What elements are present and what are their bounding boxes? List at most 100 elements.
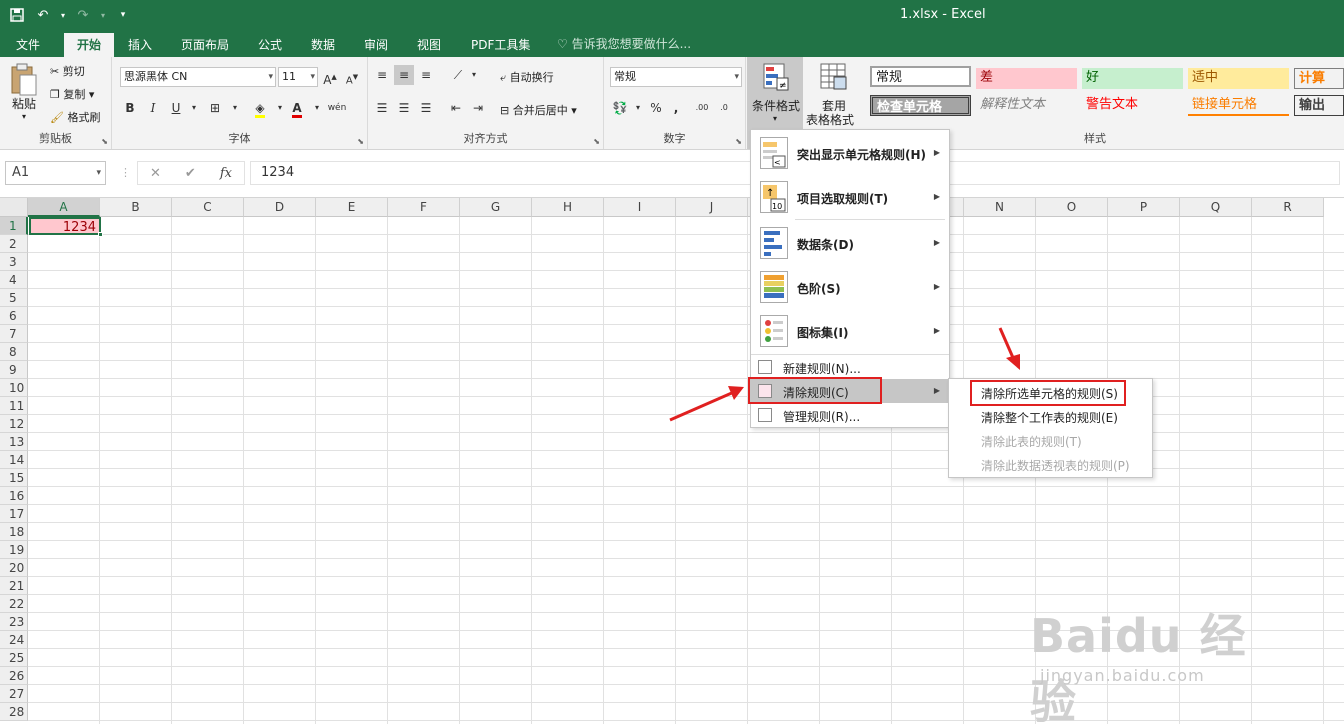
- align-bottom-icon[interactable]: ≡: [416, 65, 436, 85]
- row-header[interactable]: 5: [0, 289, 28, 307]
- decrease-font-icon[interactable]: A▼: [342, 67, 362, 87]
- column-header[interactable]: E: [316, 198, 388, 217]
- style-linked-cell[interactable]: 链接单元格: [1188, 95, 1289, 116]
- border-icon[interactable]: ⊞: [205, 98, 225, 118]
- align-left-icon[interactable]: ☰: [372, 98, 392, 118]
- font-size-select[interactable]: 11 ▾: [278, 67, 318, 87]
- column-header[interactable]: P: [1108, 198, 1180, 217]
- underline-dropdown-icon[interactable]: ▾: [184, 98, 204, 118]
- percent-icon[interactable]: %: [646, 98, 666, 118]
- orientation-dropdown-icon[interactable]: ▾: [464, 65, 484, 85]
- decrease-decimal-icon[interactable]: .0: [714, 98, 734, 118]
- row-header[interactable]: 7: [0, 325, 28, 343]
- number-format-select[interactable]: 常规 ▾: [610, 67, 742, 87]
- insert-function-icon[interactable]: fx: [220, 166, 232, 181]
- menu-item-data-bars[interactable]: 数据条(D) ▶: [751, 222, 949, 264]
- column-header[interactable]: O: [1036, 198, 1108, 217]
- row-header[interactable]: 12: [0, 415, 28, 433]
- row-header[interactable]: 8: [0, 343, 28, 361]
- style-explanatory[interactable]: 解释性文本: [976, 95, 1077, 116]
- row-header[interactable]: 21: [0, 577, 28, 595]
- tab-insert[interactable]: 插入: [122, 33, 158, 57]
- customize-qat-icon[interactable]: ▾: [112, 4, 134, 26]
- number-launcher-icon[interactable]: ⬊: [735, 137, 742, 146]
- font-name-select[interactable]: 思源黑体 CN ▾: [120, 67, 276, 87]
- format-painter-button[interactable]: 🖌 格式刷: [50, 109, 100, 125]
- style-normal[interactable]: 常规: [870, 66, 971, 87]
- style-check-cell[interactable]: 检查单元格: [870, 95, 971, 116]
- increase-indent-icon[interactable]: ⇥: [468, 98, 488, 118]
- row-header[interactable]: 28: [0, 703, 28, 721]
- row-header[interactable]: 17: [0, 505, 28, 523]
- name-box[interactable]: A1 ▾: [5, 161, 106, 185]
- row-header[interactable]: 26: [0, 667, 28, 685]
- align-top-icon[interactable]: ≡: [372, 65, 392, 85]
- align-center-icon[interactable]: ☰: [394, 98, 414, 118]
- align-right-icon[interactable]: ☰: [416, 98, 436, 118]
- clipboard-launcher-icon[interactable]: ⬊: [101, 137, 108, 146]
- column-header[interactable]: F: [388, 198, 460, 217]
- fill-color-icon[interactable]: ◈: [250, 98, 270, 118]
- tab-file[interactable]: 文件: [10, 33, 46, 57]
- menu-item-top-bottom-rules[interactable]: ↑ 10 项目选取规则(T) ▶: [751, 176, 949, 218]
- decrease-indent-icon[interactable]: ⇤: [446, 98, 466, 118]
- menu-item-icon-sets[interactable]: 图标集(I) ▶: [751, 310, 949, 352]
- row-header[interactable]: 4: [0, 271, 28, 289]
- currency-icon[interactable]: 💱: [610, 98, 630, 118]
- row-header[interactable]: 11: [0, 397, 28, 415]
- column-header[interactable]: N: [964, 198, 1036, 217]
- font-color-icon[interactable]: A: [287, 98, 307, 118]
- menu-item-color-scales[interactable]: 色阶(S) ▶: [751, 266, 949, 308]
- merge-center-button[interactable]: ⊟ 合并后居中 ▾: [500, 102, 577, 118]
- copy-button[interactable]: ❐ 复制 ▾: [50, 86, 94, 102]
- row-header[interactable]: 14: [0, 451, 28, 469]
- alignment-launcher-icon[interactable]: ⬊: [593, 137, 600, 146]
- tell-me-box[interactable]: ♡ 告诉我您想要做什么...: [557, 35, 691, 52]
- undo-icon[interactable]: ↶: [32, 4, 54, 26]
- row-header[interactable]: 1: [0, 217, 28, 235]
- row-header[interactable]: 23: [0, 613, 28, 631]
- column-header[interactable]: C: [172, 198, 244, 217]
- menu-item-new-rule[interactable]: 新建规则(N)...: [751, 356, 949, 378]
- tab-pdf-tools[interactable]: PDF工具集: [465, 33, 536, 57]
- column-header[interactable]: D: [244, 198, 316, 217]
- column-header[interactable]: G: [460, 198, 532, 217]
- tab-formulas[interactable]: 公式: [252, 33, 288, 57]
- save-icon[interactable]: [6, 4, 28, 26]
- row-header[interactable]: 10: [0, 379, 28, 397]
- paste-icon[interactable]: [8, 63, 42, 99]
- cancel-icon[interactable]: ✕: [150, 166, 161, 181]
- row-header[interactable]: 27: [0, 685, 28, 703]
- row-header[interactable]: 22: [0, 595, 28, 613]
- comma-icon[interactable]: ,: [666, 98, 686, 118]
- row-header[interactable]: 6: [0, 307, 28, 325]
- column-header[interactable]: J: [676, 198, 748, 217]
- bold-button[interactable]: B: [120, 98, 140, 118]
- border-dropdown-icon[interactable]: ▾: [225, 98, 245, 118]
- style-output[interactable]: 输出: [1294, 95, 1344, 116]
- row-header[interactable]: 2: [0, 235, 28, 253]
- paste-dropdown-icon[interactable]: ▾: [22, 112, 26, 121]
- paste-button[interactable]: 粘贴: [12, 95, 36, 112]
- row-header[interactable]: 15: [0, 469, 28, 487]
- row-header[interactable]: 3: [0, 253, 28, 271]
- column-header[interactable]: A: [28, 198, 100, 217]
- font-color-dropdown-icon[interactable]: ▾: [307, 98, 327, 118]
- italic-button[interactable]: I: [143, 98, 163, 118]
- increase-decimal-icon[interactable]: .00: [692, 98, 712, 118]
- row-header[interactable]: 16: [0, 487, 28, 505]
- enter-icon[interactable]: ✔: [185, 166, 196, 181]
- row-header[interactable]: 25: [0, 649, 28, 667]
- cut-button[interactable]: ✂ 剪切: [50, 63, 85, 79]
- underline-button[interactable]: U: [166, 98, 186, 118]
- row-header[interactable]: 13: [0, 433, 28, 451]
- column-header[interactable]: I: [604, 198, 676, 217]
- row-header[interactable]: 19: [0, 541, 28, 559]
- redo-icon[interactable]: ↷: [72, 4, 94, 26]
- increase-font-icon[interactable]: A▲: [320, 67, 340, 87]
- tab-review[interactable]: 审阅: [358, 33, 394, 57]
- row-header[interactable]: 24: [0, 631, 28, 649]
- style-neutral[interactable]: 适中: [1188, 68, 1289, 89]
- menu-item-manage-rules[interactable]: 管理规则(R)...: [751, 404, 949, 426]
- style-bad[interactable]: 差: [976, 68, 1077, 89]
